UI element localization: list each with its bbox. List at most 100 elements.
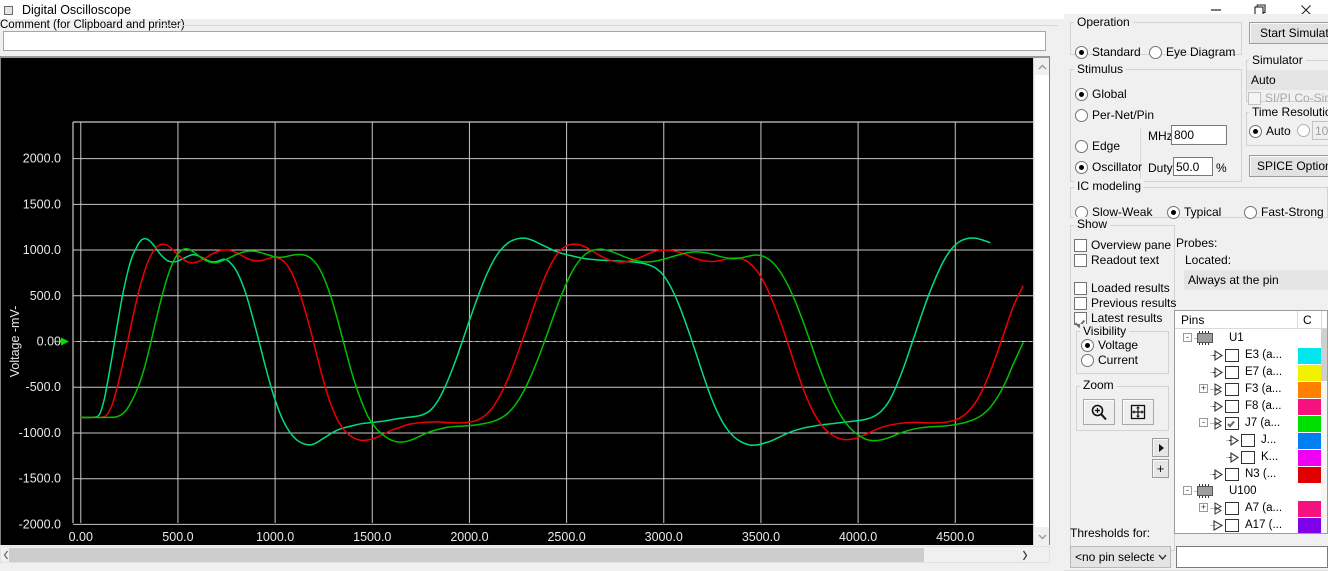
pin-checkbox[interactable] (1225, 502, 1239, 515)
collapse-icon[interactable]: - (1183, 486, 1192, 495)
pin-color-swatch[interactable] (1298, 382, 1321, 398)
radio-voltage-label: Voltage (1098, 338, 1139, 352)
comment-input[interactable] (3, 31, 1046, 51)
pins-tree-row[interactable]: + F3 (a... (1175, 381, 1327, 398)
pin-color-swatch[interactable] (1298, 416, 1321, 432)
pins-tree-row[interactable]: K... (1175, 449, 1327, 466)
radio-fast-strong[interactable]: Fast-Strong (1244, 205, 1324, 219)
pin-color-swatch[interactable] (1298, 518, 1321, 533)
pin-color-swatch[interactable] (1298, 365, 1321, 381)
pins-tree-row[interactable]: + A7 (a... (1175, 500, 1327, 517)
pin-checkbox[interactable] (1241, 434, 1255, 447)
pin-color-swatch[interactable] (1298, 399, 1321, 415)
show-group-label: Show (1074, 217, 1111, 231)
scope-horizontal-scrollbar[interactable] (0, 546, 1050, 563)
thresholds-value-field[interactable] (1176, 546, 1328, 568)
scroll-down-icon[interactable] (1034, 528, 1050, 544)
simulator-select[interactable]: Auto (1247, 70, 1328, 90)
expand-panel-button[interactable] (1152, 438, 1169, 457)
y-tick-label: 1500.0 (23, 197, 61, 211)
radio-oscillator[interactable]: Oscillator (1075, 160, 1142, 174)
checkbox-si-pi-cosim[interactable]: SI/PI Co-Sim (1248, 91, 1328, 105)
pins-tree-row[interactable]: E7 (a... (1175, 364, 1327, 381)
y-tick-label: -500.0 (26, 380, 61, 394)
pins-tree-row[interactable]: A17 (... (1175, 517, 1327, 533)
pins-tree-row[interactable]: J... (1175, 432, 1327, 449)
pin-name: F3 (a... (1245, 383, 1282, 395)
add-panel-button[interactable]: + (1152, 459, 1169, 478)
thresholds-select-value: <no pin selecte (1075, 550, 1154, 564)
pin-checkbox[interactable] (1225, 366, 1239, 379)
radio-voltage[interactable]: Voltage (1081, 338, 1138, 352)
pin-checkbox[interactable] (1225, 349, 1239, 362)
expand-icon[interactable]: + (1199, 503, 1208, 512)
y-tick-label: -1500.0 (19, 472, 61, 486)
pin-checkbox[interactable] (1225, 519, 1239, 532)
spice-options-button[interactable]: SPICE Options. (1249, 155, 1328, 177)
x-tick-label: 500.0 (162, 530, 193, 544)
radio-eye-diagram[interactable]: Eye Diagram (1149, 45, 1235, 59)
radio-standard-label: Standard (1092, 45, 1141, 59)
scroll-up-icon[interactable] (1034, 59, 1050, 75)
radio-fast-strong-label: Fast-Strong (1261, 205, 1324, 219)
pin-color-swatch[interactable] (1298, 331, 1321, 347)
pin-name: A17 (... (1245, 519, 1283, 531)
pin-color-swatch[interactable] (1298, 450, 1321, 466)
radio-time-auto[interactable]: Auto (1249, 124, 1291, 138)
radio-current[interactable]: Current (1081, 353, 1138, 367)
pin-color-swatch[interactable] (1298, 467, 1321, 483)
pins-tree[interactable]: Pins C - U1 E3 (a... E7 (a... + F3 (a... F8 (a… (1174, 310, 1328, 534)
pin-color-swatch[interactable] (1298, 433, 1321, 449)
expand-icon[interactable]: + (1199, 384, 1208, 393)
waveform-canvas[interactable]: 2000.0 1500.0 1000.0 500.0 0.00 -500.0 -1000.0… (1, 58, 1033, 545)
time-resolution-value: 10 (1315, 123, 1328, 138)
located-select[interactable]: Always at the pin (1184, 270, 1328, 290)
radio-global[interactable]: Global (1075, 87, 1127, 101)
checkbox-previous-results-box (1074, 296, 1087, 310)
radio-oscillator-dot (1075, 160, 1088, 174)
pins-tree-row[interactable]: - J7 (a... (1175, 415, 1327, 432)
scope-vertical-thumb[interactable] (1035, 75, 1049, 527)
time-resolution-input[interactable]: 10 (1312, 121, 1328, 140)
checkbox-overview-pane[interactable]: Overview pane (1074, 238, 1171, 252)
pins-tree-row[interactable]: - U100 (1175, 483, 1327, 500)
checkbox-previous-results[interactable]: Previous results (1074, 296, 1176, 310)
start-simulation-button[interactable]: Start Simulatio (1249, 22, 1328, 44)
oscilloscope-plot[interactable]: 2000.0 1500.0 1000.0 500.0 0.00 -500.0 -1000.0… (0, 56, 1050, 545)
pin-color-swatch[interactable] (1298, 348, 1321, 364)
thresholds-select[interactable]: <no pin selecte (1070, 546, 1171, 568)
pin-checkbox[interactable] (1241, 451, 1255, 464)
radio-typical[interactable]: Typical (1167, 205, 1221, 219)
pins-tree-row[interactable]: N3 (... (1175, 466, 1327, 483)
pins-tree-row[interactable]: F8 (a... (1175, 398, 1327, 415)
checkbox-loaded-results[interactable]: Loaded results (1074, 281, 1170, 295)
x-tick-label: 1500.0 (353, 530, 391, 544)
radio-per-net-pin[interactable]: Per-Net/Pin (1075, 108, 1154, 122)
checkbox-latest-results[interactable]: Latest results (1074, 311, 1162, 325)
scope-vertical-scrollbar[interactable] (1033, 58, 1049, 545)
checkbox-readout-text[interactable]: Readout text (1074, 253, 1159, 267)
pins-tree-row[interactable]: E3 (a... (1175, 347, 1327, 364)
radio-typical-dot (1167, 205, 1180, 219)
pins-scroll-thumb[interactable] (1321, 329, 1327, 381)
radio-edge[interactable]: Edge (1075, 139, 1120, 153)
pin-color-swatch[interactable] (1298, 501, 1321, 517)
scroll-right-icon[interactable] (1017, 548, 1033, 562)
radio-time-manual[interactable] (1297, 124, 1310, 137)
pin-checkbox[interactable] (1225, 383, 1239, 396)
pin-checkbox[interactable] (1225, 400, 1239, 413)
mhz-input[interactable]: 800 (1171, 125, 1227, 145)
collapse-icon[interactable]: - (1183, 333, 1192, 342)
pin-checkbox[interactable] (1225, 417, 1239, 430)
collapse-icon[interactable]: - (1199, 418, 1208, 427)
pins-tree-row[interactable]: - U1 (1175, 330, 1327, 347)
pin-checkbox[interactable] (1225, 468, 1239, 481)
x-tick-label: 0.00 (69, 530, 93, 544)
zoom-fit-button[interactable] (1122, 399, 1154, 425)
duty-input[interactable]: 50.0 (1173, 157, 1213, 176)
pin-in-icon (1213, 349, 1239, 362)
scope-horizontal-thumb[interactable] (9, 548, 924, 562)
zoom-in-button[interactable] (1083, 399, 1115, 425)
radio-standard[interactable]: Standard (1075, 45, 1141, 59)
pin-color-swatch[interactable] (1298, 484, 1321, 500)
